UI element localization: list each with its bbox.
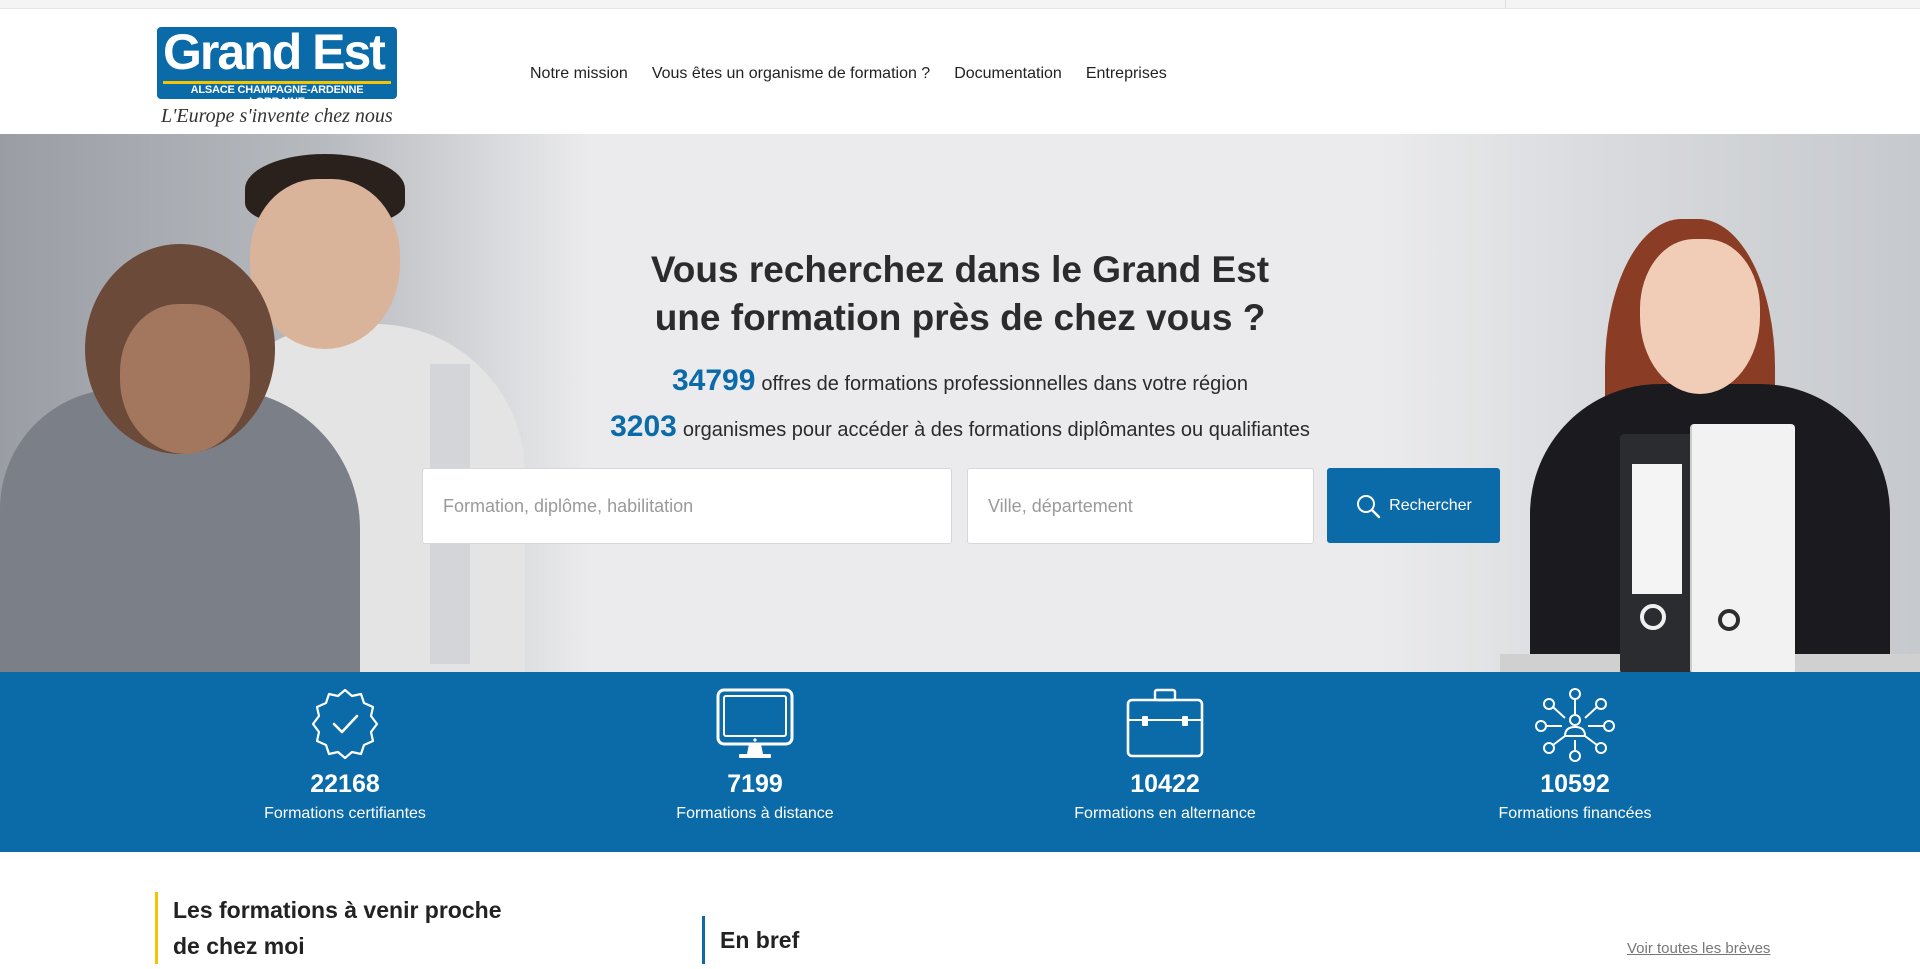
search-button-label: Rechercher — [1389, 496, 1472, 514]
logo-wordmark: Grand Est — [163, 27, 386, 80]
search-icon — [1357, 494, 1381, 518]
photo-binder-label — [1632, 464, 1682, 594]
monitor-icon — [716, 688, 794, 758]
logo-box: Grand Est ALSACE CHAMPAGNE-ARDENNE LORRA… — [157, 27, 397, 99]
stat-alternance[interactable]: 10422 Formations en alternance — [1035, 686, 1295, 823]
stat-label: Formations en alternance — [1074, 805, 1256, 822]
offers-text: offres de formations professionnelles da… — [761, 373, 1248, 395]
stat-certifiantes[interactable]: 22168 Formations certifiantes — [215, 686, 475, 823]
en-bref-heading: En bref — [702, 916, 799, 964]
logo-subtitle: ALSACE CHAMPAGNE-ARDENNE LORRAINE — [190, 84, 364, 99]
network-person-icon — [1535, 688, 1615, 762]
certificate-badge-icon — [311, 688, 379, 760]
organisms-count: 3203 — [610, 410, 677, 443]
photo-binder-ring — [1640, 604, 1666, 630]
upcoming-heading-line1: Les formations à venir proche — [173, 897, 502, 923]
logo-tagline: L'Europe s'invente chez nous — [161, 105, 393, 127]
stat-value: 22168 — [310, 770, 380, 798]
top-strip — [0, 0, 1920, 9]
offers-count: 34799 — [671, 364, 756, 397]
offers-count-line: 34799 offres de formations professionnell… — [460, 364, 1460, 398]
site-header: Grand Est ALSACE CHAMPAGNE-ARDENNE LORRA… — [0, 9, 1920, 134]
stat-financees[interactable]: 10592 Formations financées — [1445, 686, 1705, 823]
content-sections: Les formations à venir proche de chez mo… — [0, 852, 1920, 969]
photo-man-seated-face — [120, 304, 250, 454]
hero-left-photo — [0, 134, 590, 672]
hero-title: Vous recherchez dans le Grand Est une fo… — [560, 246, 1360, 342]
hero-title-line1: Vous recherchez dans le Grand Est — [650, 249, 1270, 290]
grand-est-logo[interactable]: Grand Est ALSACE CHAMPAGNE-ARDENNE LORRA… — [157, 27, 399, 137]
stat-value: 10422 — [1130, 770, 1200, 798]
stat-label: Formations à distance — [676, 805, 834, 822]
main-nav: Notre mission Vous êtes un organisme de … — [530, 65, 1167, 83]
photo-man-standing-head — [250, 179, 400, 349]
nav-notre-mission[interactable]: Notre mission — [530, 65, 628, 83]
formation-search-input[interactable] — [422, 468, 952, 544]
location-search-input[interactable] — [967, 468, 1314, 544]
organisms-text: organismes pour accéder à des formations… — [682, 419, 1310, 441]
hero-section: Vous recherchez dans le Grand Est une fo… — [0, 134, 1920, 672]
stat-distance[interactable]: 7199 Formations à distance — [625, 686, 885, 823]
stat-value: 7199 — [727, 770, 783, 798]
photo-woman-face — [1640, 239, 1760, 394]
photo-binder-ring — [1718, 609, 1740, 631]
stat-value: 10592 — [1540, 770, 1610, 798]
stat-label: Formations financées — [1498, 805, 1652, 822]
hero-title-line2: une formation près de chez vous ? — [654, 297, 1266, 338]
upcoming-heading-line2: de chez moi — [173, 933, 305, 959]
photo-white-binder — [1690, 424, 1795, 672]
top-strip-divider — [1505, 0, 1506, 9]
briefcase-icon — [1126, 688, 1204, 758]
nav-entreprises[interactable]: Entreprises — [1086, 65, 1167, 83]
stats-band: 22168 Formations certifiantes 7199 Forma… — [0, 672, 1920, 852]
stat-label: Formations certifiantes — [264, 805, 426, 822]
organisms-count-line: 3203 organismes pour accéder à des format… — [460, 410, 1460, 444]
see-all-news-link[interactable]: Voir toutes les brèves — [1627, 940, 1770, 957]
nav-documentation[interactable]: Documentation — [954, 65, 1062, 83]
search-button[interactable]: Rechercher — [1327, 468, 1500, 543]
nav-organisme-formation[interactable]: Vous êtes un organisme de formation ? — [652, 65, 930, 83]
upcoming-trainings-heading: Les formations à venir proche de chez mo… — [155, 892, 535, 964]
